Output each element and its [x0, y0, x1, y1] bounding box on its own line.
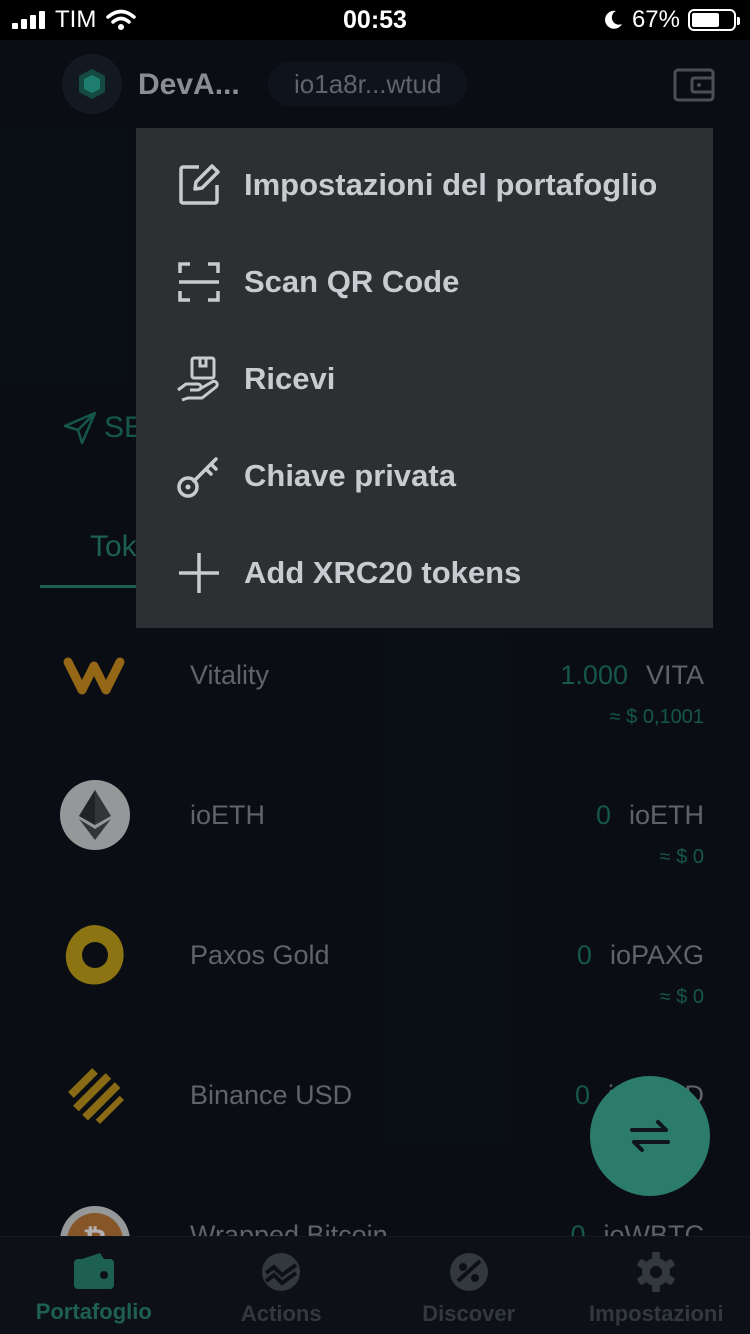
menu-item-receive[interactable]: Ricevi: [136, 330, 713, 427]
wallet-options-menu: Impostazioni del portafoglio Scan QR Cod…: [136, 128, 713, 628]
plus-icon: [179, 552, 219, 593]
menu-item-label: Ricevi: [244, 360, 336, 396]
menu-item-label: Scan QR Code: [244, 263, 460, 299]
scan-icon: [178, 261, 220, 302]
app-screen: TIM 00:53 67% DevA... io1a8r...wtud SE T…: [0, 0, 750, 1334]
swap-icon: [630, 1120, 670, 1152]
battery-percent: 67%: [631, 6, 680, 33]
menu-item-scan-qr[interactable]: Scan QR Code: [136, 233, 713, 330]
battery-icon: [688, 9, 740, 31]
menu-item-add-xrc20[interactable]: Add XRC20 tokens: [136, 524, 713, 621]
moon-icon: [605, 10, 622, 29]
status-right: 67%: [602, 6, 740, 34]
menu-item-label: Impostazioni del portafoglio: [244, 166, 658, 202]
menu-item-label: Chiave privata: [244, 457, 456, 493]
menu-item-wallet-settings[interactable]: Impostazioni del portafoglio: [136, 136, 713, 233]
key-icon: [177, 456, 218, 498]
receive-icon: [177, 356, 219, 401]
menu-item-label: Add XRC20 tokens: [244, 554, 522, 590]
menu-item-private-key[interactable]: Chiave privata: [136, 427, 713, 524]
swap-fab-button[interactable]: [590, 1076, 710, 1196]
status-bar: TIM 00:53 67%: [0, 0, 750, 40]
edit-icon: [179, 163, 220, 205]
